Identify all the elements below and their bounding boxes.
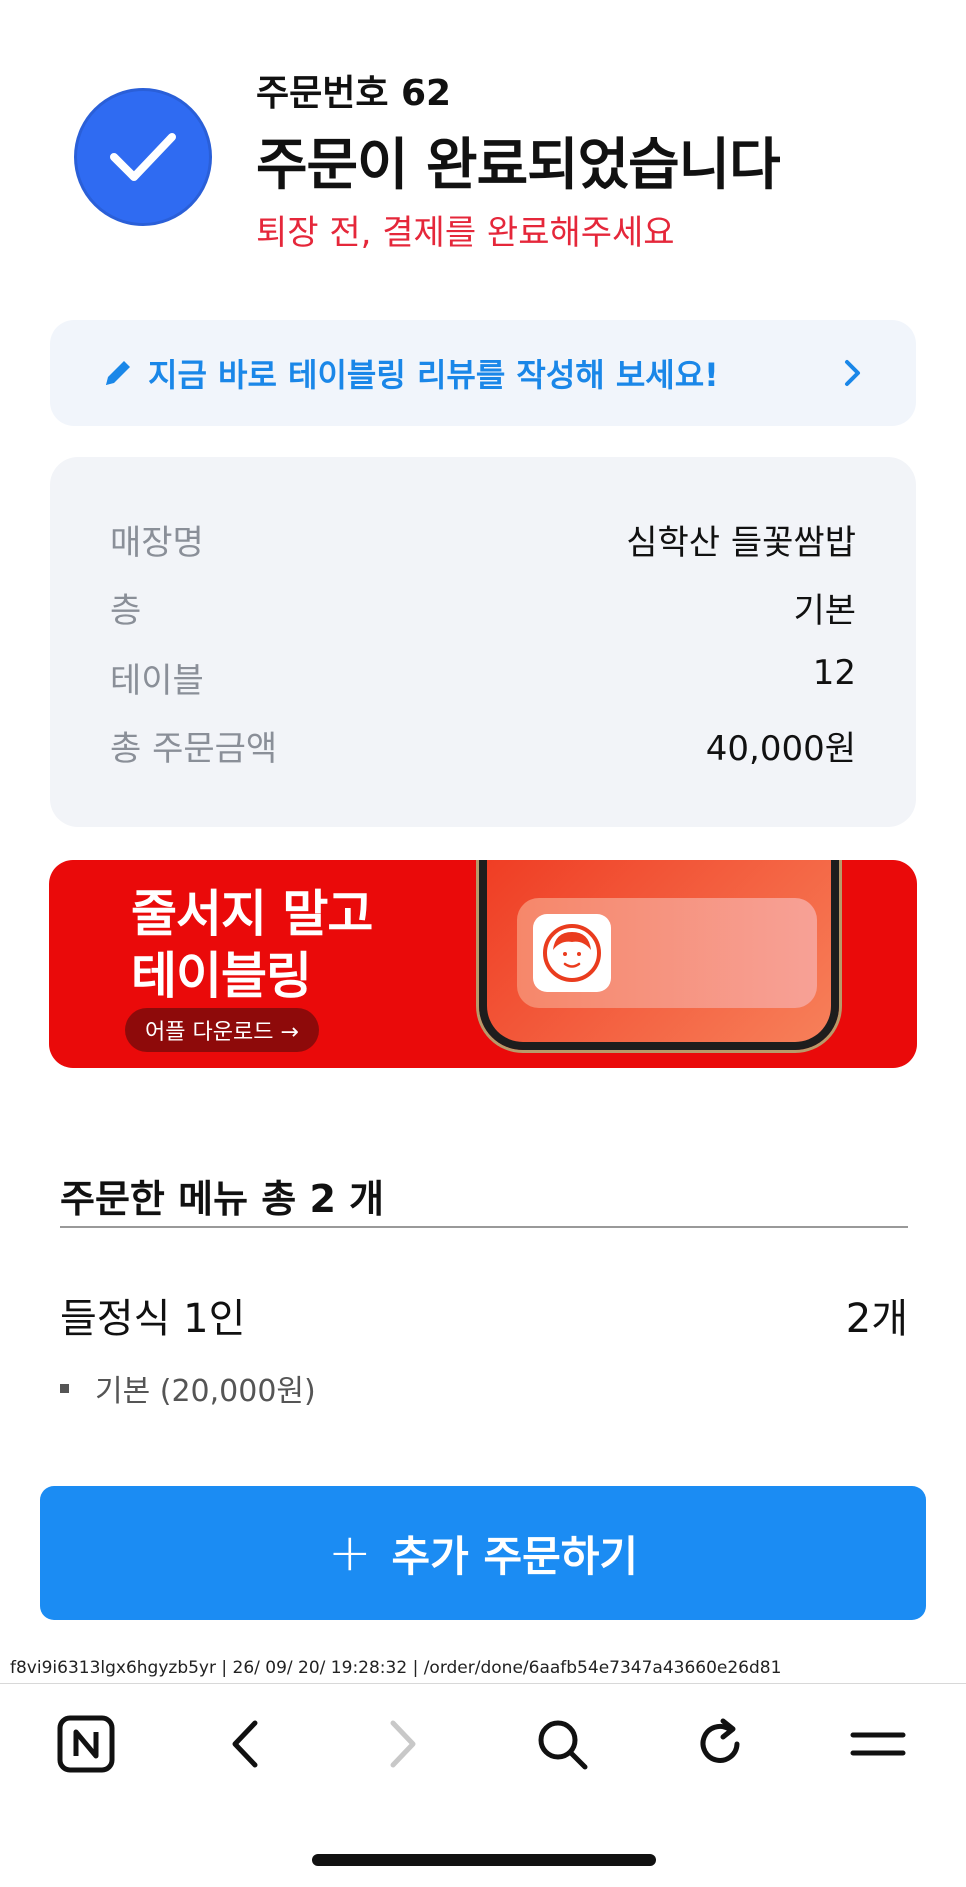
payment-warning: 퇴장 전, 결제를 완료해주세요 [256, 213, 675, 253]
menu-item-name: 들정식 1인 [60, 1296, 246, 1342]
order-complete-header: 주문번호 62 주문이 완료되었습니다 퇴장 전, 결제를 완료해주세요 [0, 0, 966, 260]
add-order-button[interactable]: + 추가 주문하기 [40, 1486, 926, 1620]
info-label: 매장명 [110, 523, 204, 563]
plus-icon: + [327, 1523, 372, 1583]
review-banner[interactable]: 지금 바로 테이블링 리뷰를 작성해 보세요! [50, 320, 916, 426]
page-title: 주문이 완료되었습니다 [256, 133, 781, 198]
phone-illustration [479, 860, 839, 1050]
review-banner-text: 지금 바로 테이블링 리뷰를 작성해 보세요! [148, 356, 719, 394]
check-icon [74, 88, 212, 226]
debug-status-line: f8vi9i6313lgx6hgyzb5yr | 26/ 09/ 20/ 19:… [10, 1658, 782, 1678]
info-value: 40,000원 [705, 729, 856, 769]
app-download-banner[interactable]: 줄서지 말고 테이블링 어플 다운로드 → [49, 860, 917, 1068]
info-value: 12 [812, 653, 856, 693]
add-order-label: 추가 주문하기 [391, 1531, 639, 1581]
search-icon[interactable] [532, 1714, 592, 1774]
bullet-icon [60, 1383, 69, 1393]
info-row-table: 테이블 12 [110, 653, 856, 702]
phone-card [517, 898, 817, 1008]
refresh-icon[interactable] [690, 1714, 750, 1774]
menu-item: 들정식 1인 2개 [60, 1286, 908, 1344]
info-row-total: 총 주문금액 40,000원 [110, 721, 856, 770]
app-download-button[interactable]: 어플 다운로드 → [125, 1008, 319, 1052]
menu-icon[interactable] [848, 1714, 908, 1774]
info-label: 총 주문금액 [110, 729, 278, 769]
order-number: 주문번호 62 [256, 73, 452, 114]
info-row-store: 매장명 심학산 들꽃쌈밥 [110, 515, 856, 564]
chevron-right-icon [842, 357, 864, 389]
back-icon[interactable] [214, 1714, 274, 1774]
pencil-icon [102, 357, 134, 389]
browser-toolbar [0, 1683, 966, 1803]
info-row-floor: 층 기본 [110, 583, 856, 632]
menu-item-qty: 2개 [845, 1296, 908, 1342]
divider [60, 1226, 908, 1228]
info-value: 기본 [793, 591, 856, 631]
menu-option-text: 기본 (20,000원) [95, 1374, 316, 1409]
home-indicator [312, 1854, 656, 1866]
info-label: 테이블 [110, 661, 204, 701]
menu-section-title: 주문한 메뉴 총 2 개 [60, 1177, 385, 1221]
promo-line-2: 테이블링 [131, 947, 312, 1005]
info-label: 층 [110, 591, 142, 631]
forward-icon[interactable] [374, 1714, 434, 1774]
order-info-card: 매장명 심학산 들꽃쌈밥 층 기본 테이블 12 총 주문금액 40,000원 [50, 457, 916, 827]
info-value: 심학산 들꽃쌈밥 [626, 523, 856, 563]
naver-home-icon[interactable] [56, 1714, 116, 1774]
menu-item-option: 기본 (20,000원) [60, 1366, 316, 1410]
tabling-app-icon [533, 914, 611, 992]
